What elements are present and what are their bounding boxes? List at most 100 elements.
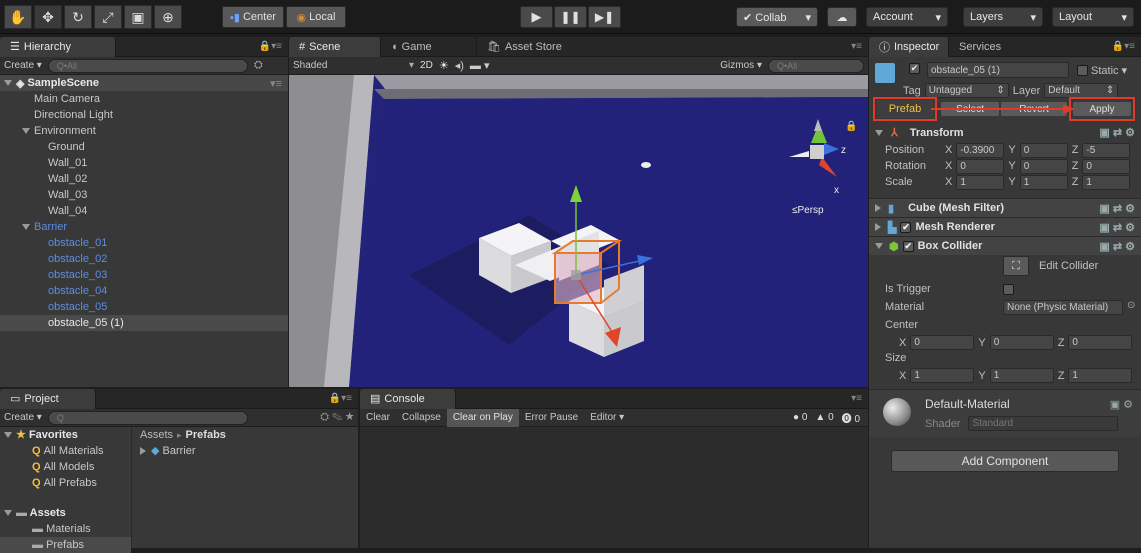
pivot-local-button[interactable]: ◉ Local <box>286 6 346 28</box>
transform-header[interactable]: ⅄ Transform ▣ ⇄ ⚙ <box>869 123 1141 142</box>
static-toggle[interactable]: Static ▾ <box>1077 64 1127 77</box>
transform-x-field[interactable]: 0 <box>956 158 1005 174</box>
asset-folder-item[interactable]: ▬ Materials <box>0 521 131 537</box>
warning-count[interactable]: ▲ 0 <box>815 412 833 423</box>
component-menu-icons[interactable]: ▣ ⇄ ⚙ <box>1099 126 1135 139</box>
favorite-item[interactable]: Q All Prefabs <box>0 475 131 491</box>
component-menu-icons[interactable]: ▣ ⇄ ⚙ <box>1099 221 1135 234</box>
size-y-field[interactable]: 1 <box>989 368 1054 383</box>
center-z-field[interactable]: 0 <box>1068 335 1133 350</box>
transform-y-field[interactable]: 1 <box>1019 174 1068 190</box>
panel-menu-icon[interactable]: ▾≡ <box>851 41 862 52</box>
expand-arrow-icon[interactable] <box>4 432 12 439</box>
tab-hierarchy[interactable]: ☰ Hierarchy <box>0 36 116 57</box>
tab-scene[interactable]: # Scene <box>289 36 381 57</box>
checkbox-icon[interactable] <box>1077 65 1088 76</box>
create-dropdown[interactable]: Create ▾ <box>4 412 42 423</box>
favorites-folder[interactable]: ★ Favorites <box>0 427 131 443</box>
transform-z-field[interactable]: 1 <box>1082 174 1131 190</box>
console-clear-button[interactable]: Clear <box>360 412 396 423</box>
breadcrumb-prefabs[interactable]: Prefabs <box>186 429 226 441</box>
add-component-button[interactable]: Add Component <box>891 450 1119 472</box>
transform-y-field[interactable]: 0 <box>1019 158 1068 174</box>
hierarchy-search-input[interactable]: Q•All <box>47 58 248 73</box>
hierarchy-item[interactable]: Wall_04 <box>0 203 288 219</box>
layers-dropdown[interactable]: Layers ▾ <box>963 7 1043 27</box>
tab-services[interactable]: Services <box>949 37 1029 57</box>
component-menu-icons[interactable]: ▣ ⚙ <box>1110 398 1133 411</box>
expand-arrow-icon[interactable] <box>875 129 883 136</box>
layout-dropdown[interactable]: Layout ▾ <box>1052 7 1134 27</box>
scene-search-input[interactable]: Q•All <box>768 58 864 73</box>
hierarchy-item[interactable]: Main Camera <box>0 91 288 107</box>
collapse-arrow-icon[interactable] <box>140 447 146 456</box>
transform-x-field[interactable]: -0.3900 <box>956 142 1005 158</box>
transform-tool-icon[interactable]: ⊕ <box>154 5 182 29</box>
transform-x-field[interactable]: 1 <box>956 174 1005 190</box>
panel-menu-icon[interactable]: 🔒▾≡ <box>1112 41 1135 52</box>
breadcrumb-assets[interactable]: Assets <box>140 429 173 441</box>
hierarchy-item[interactable]: obstacle_05 (1) <box>0 315 288 331</box>
material-field[interactable]: None (Physic Material) <box>1003 300 1123 315</box>
expand-arrow-icon[interactable] <box>4 510 12 517</box>
hierarchy-item[interactable]: obstacle_01 <box>0 235 288 251</box>
rotate-tool-icon[interactable]: ↻ <box>64 5 92 29</box>
hierarchy-item[interactable]: Barrier <box>0 219 288 235</box>
tab-asset-store[interactable]: 🛍 Asset Store <box>477 37 587 57</box>
hierarchy-item[interactable]: obstacle_02 <box>0 251 288 267</box>
console-editor-dropdown[interactable]: Editor ▾ <box>584 412 630 423</box>
2d-toggle[interactable]: 2D <box>420 60 433 71</box>
panel-menu-icon[interactable]: 🔒▾≡ <box>259 41 282 52</box>
error-count[interactable]: ⓿ 0 <box>842 410 860 425</box>
collab-dropdown[interactable]: ✔ Collab ▾ <box>736 7 818 27</box>
edit-collider-button[interactable]: ⛶ <box>1003 256 1029 276</box>
barrier-prefab-item[interactable]: ◆ Barrier <box>140 443 196 459</box>
persp-label[interactable]: ≤Persp <box>792 205 824 216</box>
hierarchy-item[interactable]: Wall_03 <box>0 187 288 203</box>
effects-toggle-icon[interactable]: ▬ ▾ <box>470 59 490 72</box>
shading-dropdown[interactable]: Shaded <box>293 60 403 71</box>
log-count[interactable]: ● 0 <box>793 412 807 423</box>
tab-game[interactable]: ◖ Game <box>381 36 477 57</box>
gizmos-dropdown[interactable]: Gizmos ▾ <box>720 60 762 71</box>
favorite-item[interactable]: Q All Models <box>0 459 131 475</box>
asset-folder-item[interactable]: ▬ Prefabs <box>0 537 131 553</box>
box-collider-header[interactable]: ⬢ ✔ Box Collider ▣ ⇄ ⚙ <box>869 236 1141 255</box>
console-clear-on-play-button[interactable]: Clear on Play <box>446 408 519 427</box>
rect-tool-icon[interactable]: ▣ <box>124 5 152 29</box>
transform-y-field[interactable]: 0 <box>1019 142 1068 158</box>
checkbox-icon[interactable]: ✔ <box>900 221 912 233</box>
center-x-field[interactable]: 0 <box>910 335 975 350</box>
lock-icon[interactable]: 🔒 <box>845 120 857 132</box>
expand-arrow-icon[interactable] <box>22 224 30 231</box>
tab-inspector[interactable]: ⓘ Inspector <box>869 36 949 57</box>
console-collapse-button[interactable]: Collapse <box>396 412 447 423</box>
console-error-pause-button[interactable]: Error Pause <box>519 412 584 423</box>
move-tool-icon[interactable]: ✥ <box>34 5 62 29</box>
account-dropdown[interactable]: Account ▾ <box>866 7 948 27</box>
pivot-center-button[interactable]: ▪▮ Center <box>222 6 284 28</box>
favorite-item[interactable]: Q All Materials <box>0 443 131 459</box>
active-toggle[interactable]: ✔ <box>909 63 920 74</box>
mesh-renderer-header[interactable]: ▙ ✔ Mesh Renderer ▣ ⇄ ⚙ <box>869 217 1141 236</box>
hierarchy-item[interactable]: Ground <box>0 139 288 155</box>
scale-tool-icon[interactable]: ⤢ <box>94 5 122 29</box>
hierarchy-item[interactable]: obstacle_03 <box>0 267 288 283</box>
audio-toggle-icon[interactable]: ◂) <box>455 59 464 72</box>
panel-menu-icon[interactable]: 🔒▾≡ <box>329 393 352 404</box>
expand-arrow-icon[interactable] <box>22 128 30 135</box>
checkbox-icon[interactable]: ✔ <box>909 63 920 74</box>
size-z-field[interactable]: 1 <box>1068 368 1133 383</box>
hierarchy-item[interactable]: Directional Light <box>0 107 288 123</box>
expand-arrow-icon[interactable] <box>875 243 883 249</box>
hierarchy-item[interactable]: Wall_01 <box>0 155 288 171</box>
pause-button[interactable]: ❚❚ <box>554 6 587 28</box>
collapse-arrow-icon[interactable] <box>875 204 881 212</box>
scene-header[interactable]: ◈ SampleScene ▾≡ <box>0 75 288 91</box>
is-trigger-checkbox[interactable] <box>1003 284 1014 295</box>
cloud-button[interactable]: ☁ <box>827 7 857 27</box>
collapse-arrow-icon[interactable] <box>875 223 881 231</box>
mesh-filter-header[interactable]: ▮ Cube (Mesh Filter) ▣ ⇄ ⚙ <box>869 198 1141 217</box>
expand-arrow-icon[interactable] <box>4 80 12 86</box>
center-y-field[interactable]: 0 <box>989 335 1054 350</box>
